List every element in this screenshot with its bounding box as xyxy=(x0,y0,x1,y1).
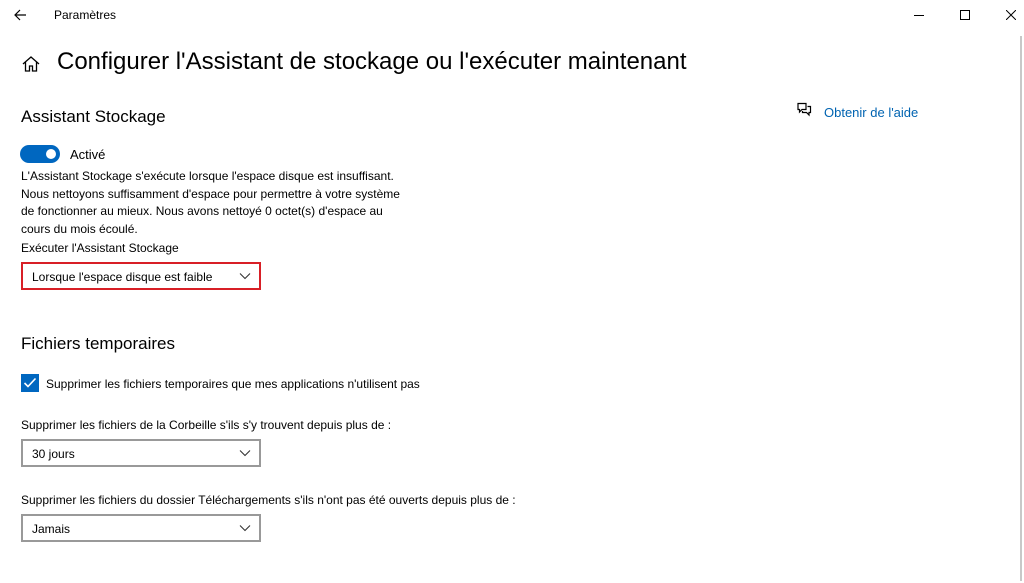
dropdown-value: Jamais xyxy=(32,522,71,536)
storage-sense-description: L'Assistant Stockage s'exécute lorsque l… xyxy=(21,169,400,236)
delete-temp-files-label: Supprimer les fichiers temporaires que m… xyxy=(46,377,420,391)
temp-files-heading: Fichiers temporaires xyxy=(21,334,175,353)
recycle-bin-label: Supprimer les fichiers de la Corbeille s… xyxy=(21,418,392,432)
scrollbar-thumb[interactable] xyxy=(1020,36,1022,581)
downloads-label: Supprimer les fichiers du dossier Téléch… xyxy=(21,493,516,507)
title-bar: Paramètres xyxy=(0,0,1024,30)
downloads-dropdown[interactable]: Jamais xyxy=(21,514,261,542)
checkmark-icon xyxy=(23,377,37,388)
minimize-icon xyxy=(914,15,924,16)
dropdown-value: 30 jours xyxy=(32,447,75,461)
dropdown-value: Lorsque l'espace disque est faible xyxy=(32,270,213,284)
recycle-bin-dropdown[interactable]: 30 jours xyxy=(21,439,261,467)
toggle-knob xyxy=(46,149,56,159)
toggle-state-label: Activé xyxy=(70,147,106,162)
storage-sense-toggle[interactable] xyxy=(20,145,60,163)
minimize-button[interactable] xyxy=(896,0,942,30)
close-button[interactable] xyxy=(988,0,1024,30)
get-help-link[interactable]: Obtenir de l'aide xyxy=(824,105,918,120)
home-icon[interactable] xyxy=(20,53,42,75)
chevron-down-icon xyxy=(239,525,251,532)
maximize-icon xyxy=(960,10,970,20)
chat-help-icon[interactable] xyxy=(796,102,812,122)
run-storage-sense-dropdown[interactable]: Lorsque l'espace disque est faible xyxy=(21,262,261,290)
window-title: Paramètres xyxy=(54,8,117,22)
storage-sense-heading: Assistant Stockage xyxy=(21,107,166,126)
maximize-button[interactable] xyxy=(942,0,988,30)
chevron-down-icon xyxy=(239,450,251,457)
delete-temp-files-checkbox[interactable] xyxy=(21,374,39,392)
run-storage-sense-label: Exécuter l'Assistant Stockage xyxy=(21,241,179,255)
help-section: Obtenir de l'aide xyxy=(796,102,918,122)
back-arrow-icon[interactable] xyxy=(10,5,32,25)
chevron-down-icon xyxy=(239,273,251,280)
close-icon xyxy=(1006,10,1016,20)
page-title: Configurer l'Assistant de stockage ou l'… xyxy=(57,48,687,75)
